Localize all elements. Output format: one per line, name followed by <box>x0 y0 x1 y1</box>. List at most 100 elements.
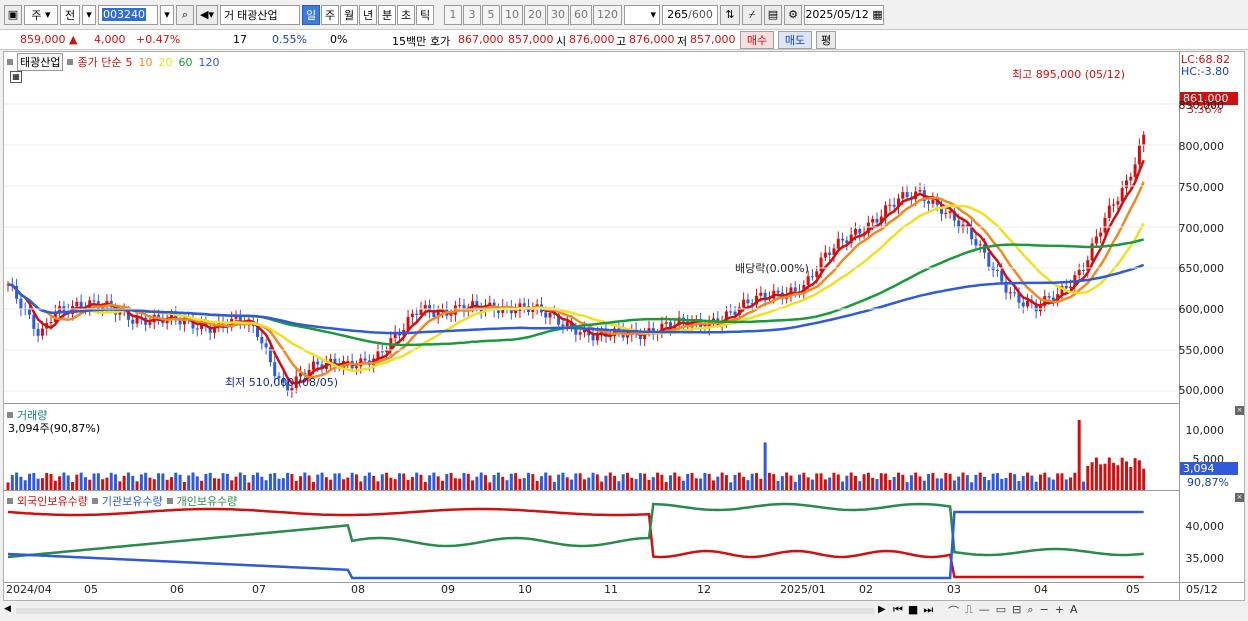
buy-button[interactable]: 매수 <box>740 31 774 49</box>
stop-icon[interactable]: ■ <box>908 603 918 617</box>
interval-tab[interactable]: 초 <box>397 4 415 25</box>
stock-name: 태광산업 <box>237 8 278 22</box>
volume-bar <box>681 480 685 490</box>
box-icon[interactable]: ▭ <box>996 603 1006 619</box>
sell-button[interactable]: 매도 <box>778 31 812 49</box>
volume-bar <box>1034 481 1038 490</box>
y-tick-label: 550,000 <box>1178 344 1225 357</box>
candle-body <box>819 257 823 272</box>
minus-icon[interactable]: − <box>1040 603 1049 619</box>
save-icon[interactable]: ▤ <box>764 4 782 25</box>
volume-bar <box>157 473 161 490</box>
tick-button[interactable]: 5 <box>482 4 500 25</box>
tick-button[interactable]: 3 <box>463 4 481 25</box>
tick-button[interactable]: 20 <box>524 4 546 25</box>
scroll-right-icon[interactable]: ▶ <box>878 604 886 615</box>
tick-button[interactable]: 10 <box>501 4 523 25</box>
volume-bar <box>264 480 268 490</box>
gear-icon[interactable]: ⚙ <box>784 4 802 25</box>
tick-button[interactable]: 120 <box>593 4 622 25</box>
interval-tab[interactable]: 년 <box>359 4 377 25</box>
tick-button[interactable]: 30 <box>547 4 569 25</box>
amount: 15백만 <box>392 35 427 48</box>
stock-code-value: 003240 <box>102 8 146 21</box>
line-icon[interactable]: — <box>979 603 990 619</box>
change-value: 4,000 <box>94 33 126 46</box>
date-input[interactable]: 2025/05/12 ▦ <box>804 4 884 25</box>
period-type-select[interactable]: 주 ▾ <box>24 4 58 25</box>
candle-body <box>316 361 320 365</box>
volume-bar <box>122 475 126 490</box>
interval-tab[interactable]: 일 <box>302 4 320 25</box>
volume-bar <box>944 472 948 490</box>
panel-divider[interactable] <box>4 490 1179 491</box>
stock-code-input[interactable]: 003240 <box>98 4 158 25</box>
scroll-left-icon[interactable]: ◀ <box>4 604 16 618</box>
stock-label[interactable]: 태광산업 <box>17 53 64 71</box>
interval-tab[interactable]: 주 <box>321 4 339 25</box>
volume-bar <box>952 480 956 490</box>
layout-icon[interactable]: ▣ <box>4 4 22 25</box>
ma-periods: 5 10 20 60 120 <box>125 56 219 69</box>
x-tick-label: 05/12 <box>1186 583 1218 596</box>
volume-bar <box>221 473 225 490</box>
volume-bar <box>961 472 965 490</box>
candle-body <box>148 322 152 325</box>
scrollbar-track[interactable] <box>16 608 874 614</box>
interval-tab[interactable]: 틱 <box>416 4 434 25</box>
candle-body <box>514 310 518 314</box>
forward-icon[interactable]: ⏭ <box>923 603 933 617</box>
date-value: 2025/05/12 <box>805 8 869 21</box>
volume-bar <box>621 474 625 490</box>
link-icon[interactable]: ⊟ <box>1012 603 1021 619</box>
speaker-icon[interactable]: ◀▾ <box>196 4 218 25</box>
count-total: /600 <box>688 8 713 21</box>
chart-tools-icon[interactable]: ⇅ <box>720 4 740 25</box>
interval-tab[interactable]: 월 <box>340 4 358 25</box>
legend-square-icon <box>91 498 98 504</box>
volume-bar <box>234 476 238 490</box>
tick-button[interactable]: 1 <box>444 4 462 25</box>
volume-bar <box>148 477 152 490</box>
candle-body <box>131 319 135 324</box>
candle-body <box>1008 292 1012 294</box>
volume-bar <box>608 472 612 490</box>
volume-chart[interactable] <box>4 405 1179 491</box>
period-type-value: 주 <box>31 8 42 22</box>
price-chart[interactable] <box>4 52 1179 402</box>
tick-custom-input[interactable]: ▾ <box>624 4 660 25</box>
volume-bar <box>488 482 492 490</box>
tick-button[interactable]: 60 <box>570 4 592 25</box>
step-icon[interactable]: ⎍ <box>965 603 973 619</box>
volume-bar <box>767 472 771 490</box>
code-dropdown[interactable]: ▾ <box>160 4 174 25</box>
count-box[interactable]: 265 /600 <box>662 4 718 25</box>
search-icon[interactable]: ⌕ <box>176 4 194 25</box>
prev-button[interactable]: 전 <box>60 4 80 25</box>
panel-divider[interactable] <box>4 403 1179 404</box>
stock-name-box[interactable]: 거 태광산업 <box>220 4 300 25</box>
x-tick-label: 07 <box>252 583 266 596</box>
calculator-icon[interactable]: ▦ <box>10 71 22 83</box>
rewind-icon[interactable]: ⏮ <box>893 603 903 617</box>
plus-icon[interactable]: + <box>1055 603 1064 619</box>
volume-bar <box>53 480 57 490</box>
volume-bar <box>23 480 27 490</box>
wave-icon[interactable]: ⌒ <box>948 603 959 619</box>
crosshair-icon[interactable]: ⌿ <box>742 4 762 25</box>
volume-bar <box>836 474 840 490</box>
holding-close-icon[interactable]: × <box>1235 493 1244 502</box>
zoom-icon[interactable]: ⌕ <box>1027 603 1033 619</box>
volume-close-icon[interactable]: × <box>1235 406 1244 415</box>
volume-bar <box>694 478 698 490</box>
volume-bar <box>28 473 32 490</box>
interval-tab[interactable]: 분 <box>378 4 396 25</box>
chart-area[interactable]: 태광산업 종가 단순 5 10 20 60 120 ▦ LC:68.82 HC:-3.8… <box>3 51 1245 601</box>
avg-button[interactable]: 평 <box>816 31 836 49</box>
text-icon[interactable]: A <box>1070 603 1078 619</box>
x-tick-label: 11 <box>604 583 618 596</box>
volume-bar <box>1133 458 1137 490</box>
prev-dropdown[interactable]: ▾ <box>82 4 96 25</box>
avg-label: 평 <box>820 34 832 47</box>
volume-bar <box>699 478 703 490</box>
